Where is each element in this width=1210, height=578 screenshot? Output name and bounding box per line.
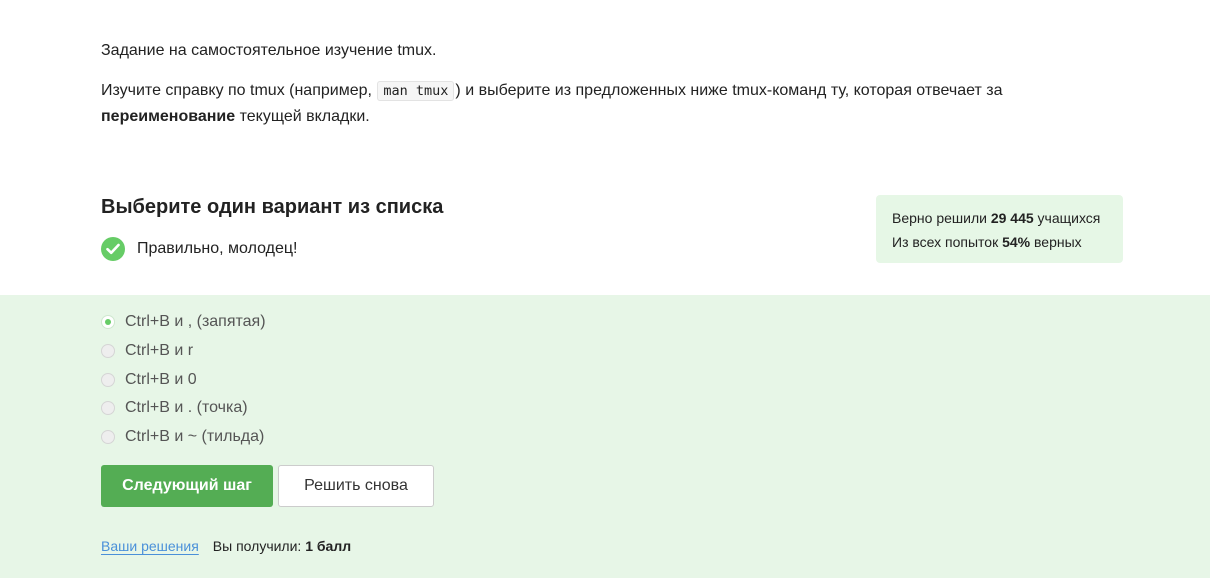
radio-icon[interactable]	[101, 372, 115, 387]
option-label: Ctrl+B и ~ (тильда)	[125, 428, 265, 446]
stat-label: Верно решили	[892, 210, 991, 226]
task-bold-word: переименование	[101, 108, 236, 125]
stat-label: Из всех попыток	[892, 234, 1003, 250]
radio-icon[interactable]	[101, 344, 115, 359]
attempts-stat: Из всех попыток 54% верных	[892, 230, 1107, 254]
option-label: Ctrl+B и , (запятая)	[125, 313, 266, 331]
options-list: Ctrl+B и , (запятая) Ctrl+B и r Ctrl+B и…	[101, 308, 266, 451]
task-text: Задание на самостоятельное изучение tmux…	[101, 38, 1061, 130]
solved-stat: Верно решили 29 445 учащихся	[892, 206, 1107, 230]
option-label: Ctrl+B и . (точка)	[125, 399, 248, 417]
result-feedback: Правильно, молодец!	[101, 237, 297, 261]
attempts-percent: 54%	[1002, 234, 1031, 250]
radio-selected-icon[interactable]	[101, 315, 115, 330]
option-item[interactable]: Ctrl+B и ~ (тильда)	[101, 423, 266, 452]
option-item[interactable]: Ctrl+B и , (запятая)	[101, 308, 266, 337]
footer: Ваши решения Вы получили: 1 балл	[101, 538, 351, 554]
task-text-part: Изучите справку по tmux (например,	[101, 82, 377, 99]
option-item[interactable]: Ctrl+B и r	[101, 337, 266, 366]
stat-label: учащихся	[1033, 210, 1101, 226]
feedback-text: Правильно, молодец!	[137, 240, 298, 257]
score-text: Вы получили: 1 балл	[213, 538, 351, 554]
task-text-part: ) и выберите из предложенных ниже tmux-к…	[455, 82, 1003, 99]
stats-box: Верно решили 29 445 учащихся Из всех поп…	[876, 195, 1123, 263]
stat-label: верных	[1030, 234, 1082, 250]
score-value: 1 балл	[305, 538, 352, 554]
check-circle-icon	[101, 237, 125, 261]
step-page: Задание на самостоятельное изучение tmux…	[0, 0, 1210, 578]
task-description: Изучите справку по tmux (например, man t…	[101, 78, 1061, 130]
radio-icon[interactable]	[101, 430, 115, 445]
option-item[interactable]: Ctrl+B и . (точка)	[101, 394, 266, 423]
next-step-button[interactable]: Следующий шаг	[101, 465, 273, 507]
question-title: Выберите один вариант из списка	[101, 196, 444, 218]
radio-icon[interactable]	[101, 401, 115, 416]
score-label: Вы получили:	[212, 538, 306, 554]
task-text-part: текущей вкладки.	[235, 108, 370, 125]
your-solutions-link[interactable]: Ваши решения	[101, 538, 199, 554]
option-label: Ctrl+B и r	[125, 342, 194, 360]
solved-count: 29 445	[990, 210, 1034, 226]
option-label: Ctrl+B и 0	[125, 370, 197, 388]
task-intro: Задание на самостоятельное изучение tmux…	[101, 42, 437, 59]
option-item[interactable]: Ctrl+B и 0	[101, 365, 266, 394]
code-snippet: man tmux	[377, 81, 455, 101]
solve-again-button[interactable]: Решить снова	[278, 465, 434, 507]
